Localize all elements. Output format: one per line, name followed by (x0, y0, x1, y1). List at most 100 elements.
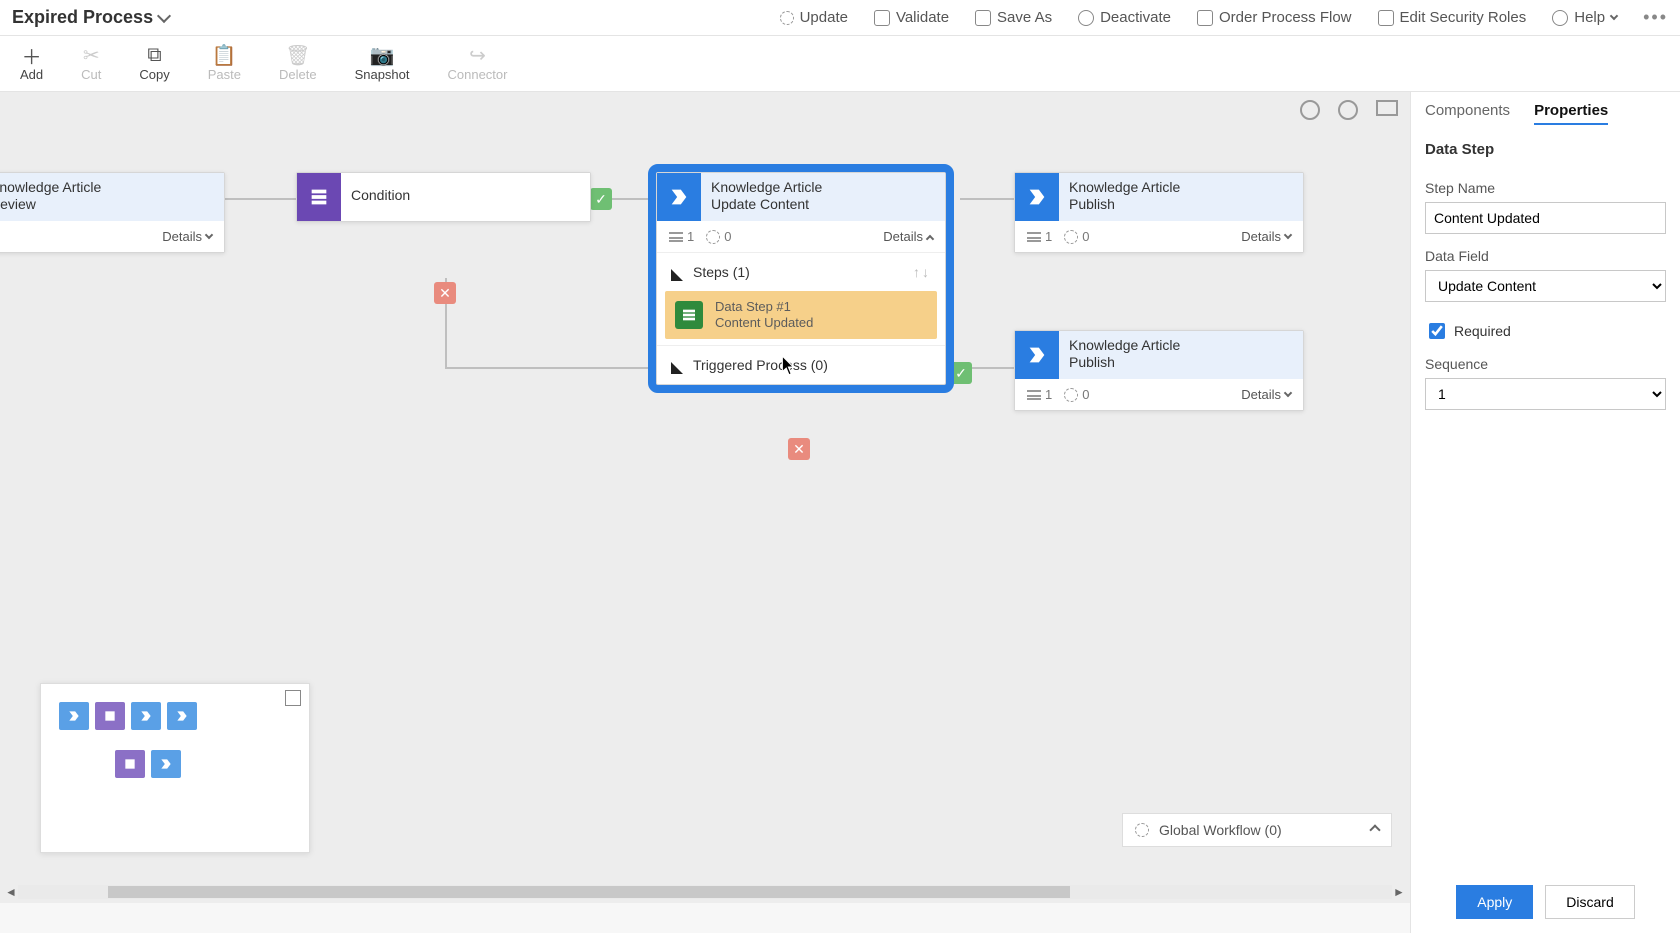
expand-icon[interactable] (285, 690, 301, 706)
details-toggle[interactable]: Details (1241, 387, 1291, 402)
success-badge: ✓ (950, 362, 972, 384)
step-name-label: Step Name (1425, 180, 1666, 196)
minimap[interactable] (40, 683, 310, 853)
component-type: Data Step (1425, 141, 1666, 158)
label: Order Process Flow (1219, 9, 1352, 26)
stage-title: Knowledge ArticleReview (0, 173, 224, 221)
mm-stage (131, 702, 161, 730)
connector-line (960, 198, 1020, 200)
mm-stage (167, 702, 197, 730)
condition-node[interactable]: Condition (296, 172, 591, 222)
details-toggle[interactable]: Details (1241, 229, 1291, 244)
mm-stage (151, 750, 181, 778)
properties-panel: Components Properties Data Step Step Nam… (1410, 92, 1680, 933)
stage-title: Knowledge ArticleUpdate Content (701, 173, 945, 221)
list-icon (1027, 232, 1041, 242)
data-field-select[interactable]: Update Content (1425, 270, 1666, 302)
panel-tabs: Components Properties (1425, 102, 1666, 125)
steps-count: 1 (1045, 387, 1052, 402)
scroll-thumb[interactable] (108, 886, 1070, 898)
spinner-icon (1064, 388, 1078, 402)
ribbon-toolbar: ＋Add ✂ Cut ⧉Copy 📋Paste 🗑Delete 📷 Snapshot… (0, 36, 1680, 92)
save-as-button[interactable]: Save As (975, 9, 1052, 26)
delete-tool[interactable]: 🗑Delete (279, 45, 317, 82)
list-icon (1027, 390, 1041, 400)
cut-icon: ✂ (81, 45, 101, 65)
step-text: Data Step #1Content Updated (715, 299, 813, 331)
label: Cut (81, 67, 101, 82)
deactivate-button[interactable]: Deactivate (1078, 9, 1171, 26)
scroll-track[interactable] (18, 885, 1392, 899)
deactivate-icon (1078, 10, 1094, 26)
cut-tool[interactable]: ✂ Cut (81, 45, 101, 82)
spinner-icon (706, 230, 720, 244)
sequence-select[interactable]: 1 (1425, 378, 1666, 410)
trig-count: 0 (724, 229, 731, 244)
label: Steps (1) (693, 264, 750, 280)
steps-header[interactable]: Steps (1) ↑↓ (657, 252, 945, 291)
paste-icon: 📋 (214, 45, 234, 65)
triggered-header[interactable]: Triggered Process (0) (657, 345, 945, 384)
required-checkbox[interactable]: Required (1425, 320, 1666, 342)
help-button[interactable]: Help (1552, 9, 1617, 26)
stage-icon (1015, 173, 1059, 221)
tab-properties[interactable]: Properties (1534, 102, 1608, 125)
edit-roles-button[interactable]: Edit Security Roles (1378, 9, 1527, 26)
process-title[interactable]: Expired Process (12, 7, 169, 28)
mm-condition (95, 702, 125, 730)
label: Snapshot (355, 67, 410, 82)
zoom-in-button[interactable] (1300, 100, 1320, 120)
global-workflow-bar[interactable]: Global Workflow (0) (1122, 813, 1392, 847)
more-button[interactable]: ••• (1643, 7, 1668, 28)
document-icon (1197, 10, 1213, 26)
camera-icon: 📷 (372, 45, 392, 65)
apply-button[interactable]: Apply (1456, 885, 1533, 919)
condition-title: Condition (341, 173, 590, 221)
add-tool[interactable]: ＋Add (20, 45, 43, 82)
tab-components[interactable]: Components (1425, 102, 1510, 125)
step-name-input[interactable] (1425, 202, 1666, 234)
paste-tool[interactable]: 📋Paste (208, 45, 241, 82)
refresh-icon (780, 11, 794, 25)
designer-canvas[interactable]: ✓ ✓ ✕ ✕ Knowledge ArticleReview 0 Detail… (0, 92, 1410, 903)
process-title-text: Expired Process (12, 7, 153, 28)
stage-title: Knowledge ArticlePublish (1059, 331, 1303, 379)
label: Connector (448, 67, 508, 82)
discard-button[interactable]: Discard (1545, 885, 1634, 919)
stage-update-content[interactable]: Knowledge ArticleUpdate Content 1 0 Deta… (656, 172, 946, 385)
steps-count: 1 (687, 229, 694, 244)
label: Edit Security Roles (1400, 9, 1527, 26)
reorder-arrows[interactable]: ↑↓ (913, 264, 931, 280)
copy-tool[interactable]: ⧉Copy (139, 45, 169, 82)
label: Deactivate (1100, 9, 1171, 26)
scroll-right[interactable]: ► (1392, 885, 1406, 899)
snapshot-tool[interactable]: 📷 Snapshot (355, 45, 410, 82)
triangle-icon (671, 263, 683, 281)
label: Update (800, 9, 848, 26)
chevron-down-icon (1610, 11, 1618, 19)
fail-badge: ✕ (434, 282, 456, 304)
label: Delete (279, 67, 317, 82)
connector-tool[interactable]: ↪Connector (448, 45, 508, 82)
details-toggle[interactable]: Details (883, 229, 933, 244)
validate-button[interactable]: Validate (874, 9, 949, 26)
label: Save As (997, 9, 1052, 26)
label: Add (20, 67, 43, 82)
required-input[interactable] (1429, 323, 1445, 339)
header-actions: Update Validate Save As Deactivate Order… (780, 7, 1668, 28)
fit-button[interactable] (1376, 100, 1398, 116)
stage-review[interactable]: Knowledge ArticleReview 0 Details (0, 172, 225, 253)
zoom-out-button[interactable] (1338, 100, 1358, 120)
update-button[interactable]: Update (780, 9, 848, 26)
scroll-left[interactable]: ◄ (4, 885, 18, 899)
details-toggle[interactable]: Details (162, 229, 212, 244)
data-step-row[interactable]: Data Step #1Content Updated (665, 291, 937, 339)
order-flow-button[interactable]: Order Process Flow (1197, 9, 1352, 26)
stage-publish-1[interactable]: Knowledge ArticlePublish 1 0 Details (1014, 172, 1304, 253)
stage-publish-2[interactable]: Knowledge ArticlePublish 1 0 Details (1014, 330, 1304, 411)
stage-title: Knowledge ArticlePublish (1059, 173, 1303, 221)
fail-badge: ✕ (788, 438, 810, 460)
data-field-label: Data Field (1425, 248, 1666, 264)
stage-icon (657, 173, 701, 221)
horizontal-scrollbar[interactable]: ◄ ► (4, 883, 1406, 901)
